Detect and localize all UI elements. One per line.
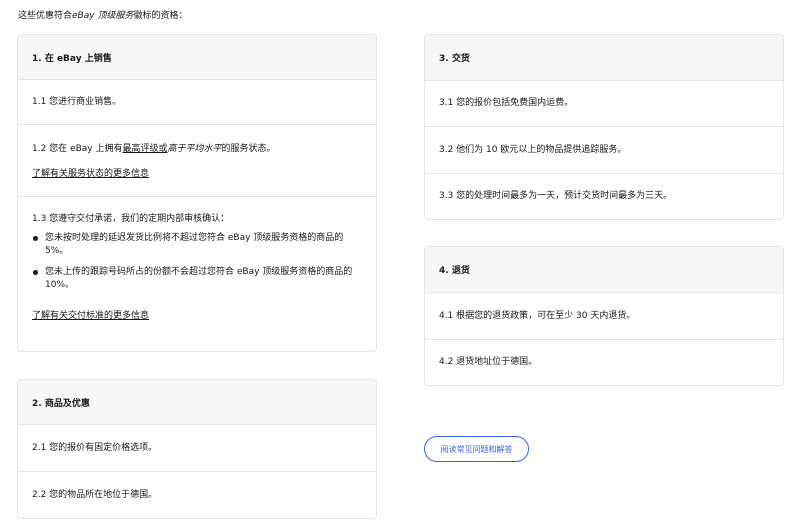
requirement-row: 3.2 他们为 10 欧元以上的物品提供追踪服务。 <box>425 126 783 173</box>
requirement-prefix: 1.2 您在 eBay 上拥有 <box>32 143 123 154</box>
card-selling-on-ebay: 1. 在 eBay 上销售 1.1 您进行商业销售。 1.2 您在 eBay 上… <box>17 34 377 352</box>
intro-prefix: 这些优惠符合 <box>18 11 73 21</box>
card-title: 1. 在 eBay 上销售 <box>18 35 376 79</box>
requirement-text: 1.1 您进行商业销售。 <box>32 96 122 107</box>
intro-suffix: 徽标的资格： <box>133 11 188 21</box>
requirement-row: 2.1 您的报价有固定价格选项。 <box>18 424 376 471</box>
requirement-bullet-list: 您未按时处理的延迟发货比例将不超过您符合 eBay 顶级服务资格的商品的 5%。… <box>32 232 362 300</box>
card-title: 4. 退货 <box>425 247 783 292</box>
requirement-text: 3.3 您的处理时间最多为一天，预计交货时间最多为三天。 <box>439 191 673 201</box>
requirement-row: 3.3 您的处理时间最多为一天，预计交货时间最多为三天。 <box>425 173 783 219</box>
delivery-standards-info-link[interactable]: 了解有关交付标准的更多信息 <box>32 308 362 321</box>
requirement-row: 1.3 您遵守交付承诺，我们的定期内部审核确认： 您未按时处理的延迟发货比例将不… <box>18 196 376 351</box>
requirement-text: 4.1 根据您的退货政策，可在至少 30 天内退货。 <box>439 310 636 321</box>
requirement-row: 1.2 您在 eBay 上拥有最高评级或高于平均水平的服务状态。 了解有关服务状… <box>18 124 376 196</box>
requirement-suffix: 的服务状态。 <box>221 143 276 154</box>
bullet-item: 您未上传的跟踪号码所占的份额不会超过您符合 eBay 顶级服务资格的商品的 10… <box>33 266 362 292</box>
requirement-row: 2.2 您的物品所在地位于德国。 <box>18 471 376 518</box>
intro-text: 这些优惠符合eBay 顶级服务徽标的资格： <box>18 8 187 21</box>
card-delivery: 3. 交货 3.1 您的报价包括免费国内运费。 3.2 他们为 10 欧元以上的… <box>424 34 784 220</box>
requirement-row: 4.2 退货地址位于德国。 <box>425 339 783 385</box>
card-title: 3. 交货 <box>425 35 783 80</box>
requirement-text: 2.2 您的物品所在地位于德国。 <box>32 490 158 500</box>
requirement-row: 3.1 您的报价包括免费国内运费。 <box>425 80 783 126</box>
requirement-row: 1.1 您进行商业销售。 <box>18 79 376 124</box>
requirement-text: 3.1 您的报价包括免费国内运费。 <box>439 98 574 108</box>
requirement-row: 4.1 根据您的退货政策，可在至少 30 天内退货。 <box>425 292 783 339</box>
above-standard-text: 高于平均水平 <box>167 143 222 154</box>
requirement-text: 4.2 退货地址位于德国。 <box>439 357 538 367</box>
read-faq-button[interactable]: 阅读常见问题和解答 <box>424 436 529 462</box>
requirement-text: 1.2 您在 eBay 上拥有最高评级或高于平均水平的服务状态。 <box>32 143 362 156</box>
card-items-and-offers: 2. 商品及优惠 2.1 您的报价有固定价格选项。 2.2 您的物品所在地位于德… <box>17 379 377 519</box>
requirement-text: 1.3 您遵守交付承诺，我们的定期内部审核确认： <box>32 214 230 224</box>
requirement-text: 2.1 您的报价有固定价格选项。 <box>32 442 158 453</box>
intro-badge: eBay 顶级服务 <box>72 11 134 21</box>
top-rated-link[interactable]: 最高评级或 <box>122 144 167 154</box>
bullet-item: 您未按时处理的延迟发货比例将不超过您符合 eBay 顶级服务资格的商品的 5%。 <box>33 232 362 258</box>
card-returns: 4. 退货 4.1 根据您的退货政策，可在至少 30 天内退货。 4.2 退货地… <box>424 246 784 386</box>
card-title: 2. 商品及优惠 <box>18 380 376 424</box>
service-status-info-link[interactable]: 了解有关服务状态的更多信息 <box>32 166 362 179</box>
requirement-text: 3.2 他们为 10 欧元以上的物品提供追踪服务。 <box>439 144 627 155</box>
